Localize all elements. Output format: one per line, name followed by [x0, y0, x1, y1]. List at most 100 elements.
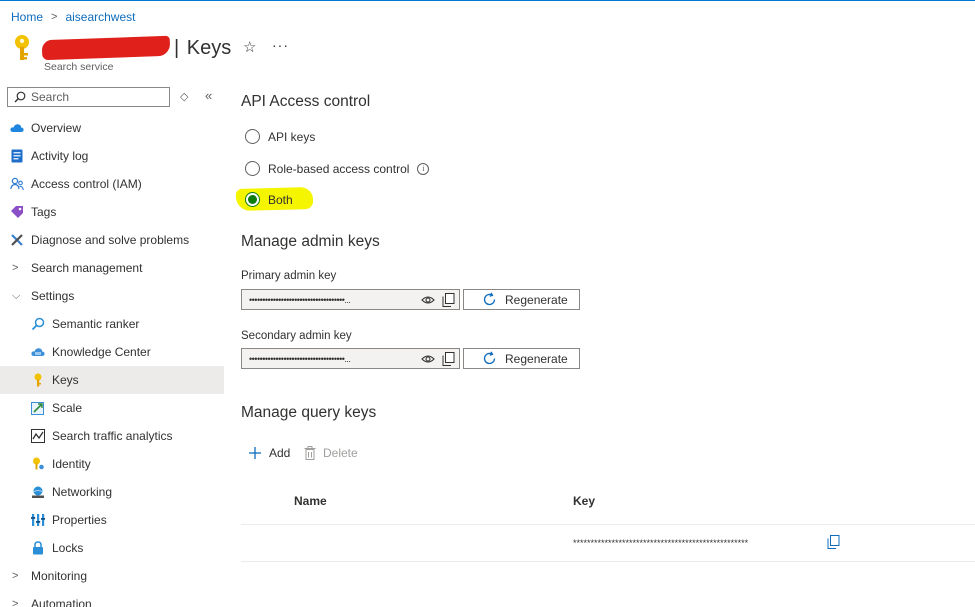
- page-header: | Keys: [11, 34, 231, 62]
- breadcrumb-resource[interactable]: aisearchwest: [65, 10, 135, 24]
- copy-icon[interactable]: [442, 292, 455, 307]
- primary-key-value: ••••••••••••••••••••••••••••••••••••...: [249, 294, 351, 305]
- add-label: Add: [269, 446, 291, 460]
- sidebar-item-label: Activity log: [31, 149, 89, 163]
- radio-rbac[interactable]: Role-based access control i: [245, 161, 430, 176]
- cloud-icon: [10, 121, 24, 135]
- radio-api-keys[interactable]: API keys: [245, 129, 315, 144]
- regenerate-label: Regenerate: [505, 292, 568, 307]
- sidebar-item-label: Identity: [52, 457, 91, 471]
- regenerate-secondary-button[interactable]: Regenerate: [463, 348, 580, 369]
- sidebar-item-locks[interactable]: Locks: [0, 534, 224, 562]
- refresh-icon: [483, 351, 496, 365]
- chevron-down-icon: ⌵: [12, 289, 21, 302]
- trash-icon: [304, 446, 316, 460]
- redacted-resource-name: [41, 35, 171, 61]
- breadcrumb-home[interactable]: Home: [11, 10, 43, 24]
- sidebar-group-monitoring[interactable]: > Monitoring: [0, 562, 224, 590]
- page-title-text: Keys: [186, 36, 232, 59]
- column-header-key[interactable]: Key: [573, 494, 595, 508]
- radio-both[interactable]: Both: [245, 192, 293, 207]
- cloud-icon: [31, 345, 45, 359]
- copy-icon[interactable]: [827, 535, 840, 549]
- show-eye-icon[interactable]: [421, 295, 435, 305]
- sidebar-item-semantic-ranker[interactable]: Semantic ranker: [0, 310, 224, 338]
- sidebar-group-automation[interactable]: > Automation: [0, 590, 224, 607]
- chevron-right-icon: >: [12, 570, 19, 582]
- sidebar-search-input[interactable]: [31, 90, 151, 104]
- sidebar-item-diagnose[interactable]: Diagnose and solve problems: [0, 226, 224, 254]
- query-keys-heading: Manage query keys: [241, 404, 377, 421]
- sidebar-item-label: Semantic ranker: [52, 317, 140, 331]
- add-query-key-button[interactable]: Add: [248, 446, 290, 460]
- breadcrumb-separator-icon: >: [51, 11, 58, 23]
- collapse-toggle-icon[interactable]: ◇: [180, 90, 188, 103]
- breadcrumb: Home > aisearchwest: [11, 10, 135, 24]
- info-icon[interactable]: i: [417, 162, 430, 175]
- sidebar-item-label: Access control (IAM): [31, 177, 142, 191]
- sidebar-item-scale[interactable]: Scale: [0, 394, 224, 422]
- column-header-name[interactable]: Name: [294, 494, 327, 508]
- network-icon: [31, 485, 45, 499]
- sidebar-item-activity-log[interactable]: Activity log: [0, 142, 224, 170]
- wrench-icon: [10, 233, 24, 247]
- page-subtitle: Search service: [44, 61, 114, 73]
- sidebar-item-networking[interactable]: Networking: [0, 478, 224, 506]
- secondary-key-label: Secondary admin key: [241, 330, 352, 342]
- radio-circle[interactable]: [245, 129, 260, 144]
- identity-icon: [31, 457, 45, 471]
- radio-label: Role-based access control: [268, 161, 410, 176]
- radio-label: Both: [268, 192, 293, 207]
- secondary-key-value: ••••••••••••••••••••••••••••••••••••...: [249, 353, 351, 364]
- sidebar-item-tags[interactable]: Tags: [0, 198, 224, 226]
- tag-icon: [10, 205, 24, 219]
- sidebar-item-label: Monitoring: [31, 569, 88, 583]
- access-control-heading: API Access control: [241, 93, 371, 110]
- sidebar-item-label: Networking: [52, 485, 113, 499]
- log-icon: [10, 149, 24, 163]
- chart-icon: [31, 429, 45, 443]
- sidebar-item-search-traffic[interactable]: Search traffic analytics: [0, 422, 224, 450]
- radio-label: API keys: [268, 129, 316, 144]
- show-eye-icon[interactable]: [421, 354, 435, 364]
- radio-circle[interactable]: [245, 161, 260, 176]
- secondary-key-field[interactable]: ••••••••••••••••••••••••••••••••••••...: [241, 348, 460, 369]
- sidebar-search-box[interactable]: [7, 87, 170, 107]
- sidebar-item-label: Diagnose and solve problems: [31, 233, 190, 247]
- sidebar-item-label: Locks: [52, 541, 84, 555]
- primary-key-label: Primary admin key: [241, 270, 337, 282]
- plus-icon: [249, 447, 261, 459]
- sidebar-item-knowledge-center[interactable]: Knowledge Center: [0, 338, 224, 366]
- sidebar-item-properties[interactable]: Properties: [0, 506, 224, 534]
- refresh-icon: [483, 292, 496, 306]
- key-icon: [31, 373, 45, 387]
- sidebar-item-label: Search traffic analytics: [52, 429, 173, 443]
- radio-circle-selected[interactable]: [245, 192, 260, 207]
- sidebar-item-identity[interactable]: Identity: [0, 450, 224, 478]
- primary-key-field[interactable]: ••••••••••••••••••••••••••••••••••••...: [241, 289, 460, 310]
- sidebar-item-keys[interactable]: Keys: [0, 366, 224, 394]
- copy-icon[interactable]: [442, 351, 455, 366]
- lock-icon: [31, 541, 45, 555]
- page-title: | Keys: [174, 36, 232, 59]
- sidebar-item-label: Tags: [31, 205, 57, 219]
- top-accent-line: [0, 0, 975, 1]
- sidebar-group-settings[interactable]: ⌵ Settings: [0, 282, 224, 310]
- header-divider: [241, 524, 975, 525]
- regenerate-primary-button[interactable]: Regenerate: [463, 289, 580, 310]
- favorite-star-icon[interactable]: ☆: [243, 38, 256, 56]
- sidebar-group-search-management[interactable]: > Search management: [0, 254, 224, 282]
- search-icon: [14, 91, 26, 103]
- chevron-right-icon: >: [12, 598, 19, 607]
- search-icon: [31, 317, 45, 331]
- sidebar-item-label: Keys: [52, 373, 79, 387]
- sidebar-item-access-control[interactable]: Access control (IAM): [0, 170, 224, 198]
- sidebar-item-overview[interactable]: Overview: [0, 114, 224, 142]
- more-options-icon[interactable]: ···: [272, 37, 289, 53]
- delete-label: Delete: [323, 446, 358, 460]
- sidebar-item-label: Scale: [52, 401, 83, 415]
- sidebar-nav: Overview Activity log Access control (IA…: [0, 114, 224, 607]
- properties-icon: [31, 513, 45, 527]
- double-chevron-left-icon[interactable]: «: [205, 88, 212, 103]
- delete-query-key-button[interactable]: Delete: [304, 446, 358, 460]
